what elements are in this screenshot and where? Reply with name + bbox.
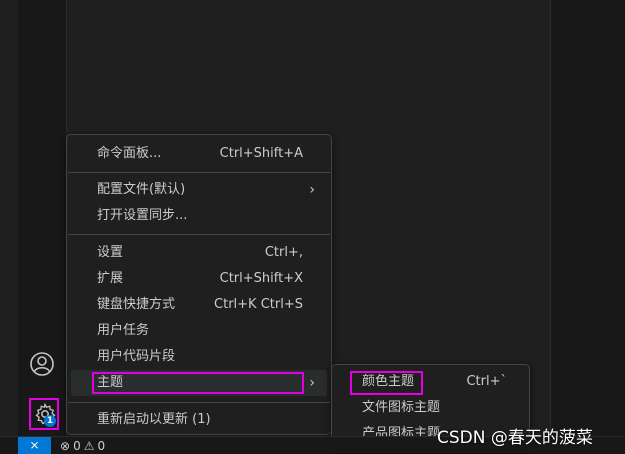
chevron-right-icon: › bbox=[309, 375, 315, 391]
update-badge: 1 bbox=[44, 415, 56, 427]
chevron-right-icon: › bbox=[309, 182, 315, 198]
right-panel bbox=[550, 0, 625, 436]
menu-item-user-snippets[interactable]: 用户代码片段 bbox=[71, 344, 327, 370]
menu-item-label: 扩展 bbox=[97, 271, 124, 286]
remote-indicator[interactable]: ⨯ bbox=[18, 437, 51, 454]
warning-count: 0 bbox=[97, 438, 106, 453]
left-strip bbox=[0, 0, 18, 436]
warning-icon: ⚠ bbox=[83, 438, 95, 453]
menu-item-label: 打开设置同步... bbox=[97, 208, 188, 223]
menu-item-label: 用户代码片段 bbox=[97, 349, 176, 364]
menu-separator bbox=[68, 402, 330, 403]
menu-item-shortcut: Ctrl+K Ctrl+S bbox=[214, 297, 303, 312]
menu-item-settings-sync[interactable]: 打开设置同步... bbox=[71, 203, 327, 229]
menu-separator bbox=[68, 234, 330, 235]
menu-item-shortcut: Ctrl+, bbox=[264, 245, 303, 260]
menu-item-label: 配置文件(默认) bbox=[97, 182, 186, 197]
error-count: 0 bbox=[73, 438, 81, 453]
menu-item-label: 键盘快捷方式 bbox=[97, 297, 176, 312]
submenu-item-color-theme[interactable]: 颜色主题 Ctrl+` bbox=[336, 369, 527, 395]
problems-indicator[interactable]: ⊗ 0 ⚠ 0 bbox=[60, 437, 105, 454]
menu-item-settings[interactable]: 设置 Ctrl+, bbox=[71, 240, 327, 266]
menu-item-label: 设置 bbox=[97, 245, 124, 260]
menu-item-label: 重新启动以更新 (1) bbox=[97, 412, 211, 427]
remote-icon: ⨯ bbox=[29, 438, 40, 452]
submenu-item-label: 颜色主题 bbox=[362, 374, 415, 389]
menu-item-restart-update[interactable]: 重新启动以更新 (1) bbox=[71, 407, 327, 433]
menu-item-shortcut: Ctrl+Shift+X bbox=[219, 271, 303, 286]
account-icon[interactable] bbox=[29, 351, 55, 377]
menu-item-themes[interactable]: 主题 › bbox=[71, 370, 327, 396]
menu-separator bbox=[68, 172, 330, 173]
menu-item-profiles[interactable]: 配置文件(默认) › bbox=[71, 177, 327, 203]
menu-item-shortcut: Ctrl+Shift+A bbox=[219, 146, 303, 161]
submenu-item-shortcut: Ctrl+` bbox=[466, 374, 507, 389]
menu-item-extensions[interactable]: 扩展 Ctrl+Shift+X bbox=[71, 266, 327, 292]
manage-menu: 命令面板... Ctrl+Shift+A 配置文件(默认) › 打开设置同步..… bbox=[66, 134, 332, 435]
highlight-box bbox=[92, 372, 304, 394]
menu-item-label: 主题 bbox=[97, 375, 124, 390]
menu-item-user-tasks[interactable]: 用户任务 bbox=[71, 318, 327, 344]
submenu-item-file-icon-theme[interactable]: 文件图标主题 bbox=[336, 395, 527, 421]
menu-item-label: 命令面板... bbox=[97, 146, 162, 161]
menu-item-label: 用户任务 bbox=[97, 323, 150, 338]
menu-item-command-palette[interactable]: 命令面板... Ctrl+Shift+A bbox=[71, 141, 327, 167]
menu-item-keyboard-shortcuts[interactable]: 键盘快捷方式 Ctrl+K Ctrl+S bbox=[71, 292, 327, 318]
submenu-item-label: 文件图标主题 bbox=[362, 400, 441, 415]
manage-gear-button[interactable]: 1 bbox=[29, 398, 59, 430]
error-icon: ⊗ bbox=[60, 438, 71, 453]
watermark: CSDN @春天的菠菜 bbox=[437, 428, 593, 448]
